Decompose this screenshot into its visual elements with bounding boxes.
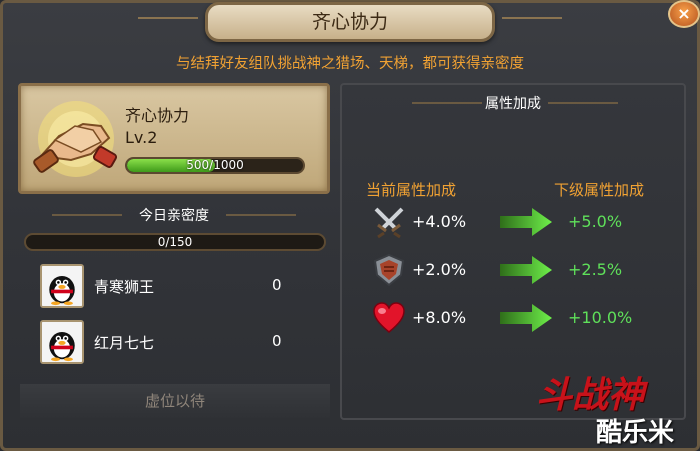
current-defense-bonus: +2.0%: [412, 260, 467, 279]
attribute-row-health: +8.0% +10.0%: [342, 301, 684, 341]
next-health-bonus: +10.0%: [568, 308, 633, 327]
game-logo: 斗战神: [536, 375, 645, 416]
skill-level: Lv.2: [125, 128, 158, 147]
friend-name: 青寒狮王: [94, 278, 155, 296]
xp-progress-text: 500/1000: [186, 158, 244, 172]
friend-name: 红月七七: [94, 334, 155, 352]
attribute-row-defense: +2.0% +2.5%: [342, 253, 684, 293]
current-attack-bonus: +4.0%: [412, 212, 467, 231]
attribute-row-attack: +4.0% +5.0%: [342, 205, 684, 245]
divider-right: [226, 214, 296, 216]
intimacy-progress-text: 0/150: [157, 235, 193, 249]
intimacy-progress-bar: 0/150: [24, 233, 326, 251]
qq-penguin-avatar: [40, 320, 84, 364]
skill-name: 齐心协力: [125, 106, 190, 125]
next-bonus-header: 下级属性加成: [554, 181, 645, 199]
close-button[interactable]: ×: [668, 0, 700, 28]
skill-card: 齐心协力 Lv.2 500/1000: [18, 83, 330, 194]
crossed-swords-icon: [374, 207, 404, 239]
dialog-title: 齐心协力: [138, 2, 562, 42]
site-watermark: 酷乐米: [596, 418, 675, 448]
friend-intimacy-value: 0: [272, 332, 282, 350]
watermark-logo: 斗战神 酷乐米: [536, 366, 686, 448]
next-defense-bonus: +2.5%: [568, 260, 623, 279]
friend-intimacy-value: 0: [272, 276, 282, 294]
qq-penguin-avatar: [40, 264, 84, 308]
friend-row[interactable]: 红月七七 0: [36, 320, 326, 368]
friend-row[interactable]: 青寒狮王 0: [36, 264, 326, 312]
heart-icon: [373, 302, 405, 333]
handshake-icon: [33, 101, 118, 177]
subtitle-text: 与结拜好友组队挑战神之猎场、天梯，都可获得亲密度: [176, 56, 524, 72]
next-attack-bonus: +5.0%: [568, 212, 623, 231]
current-health-bonus: +8.0%: [412, 308, 467, 327]
arrow-right-icon: [500, 208, 552, 236]
vacant-slot[interactable]: 虚位以待: [20, 384, 330, 418]
attribute-panel-title: 属性加成: [485, 96, 541, 112]
xp-progress-bar: 500/1000: [125, 157, 305, 174]
arrow-right-icon: [500, 256, 552, 284]
shield-icon: [373, 253, 405, 287]
current-bonus-header: 当前属性加成: [366, 181, 457, 199]
divider-right: [548, 102, 618, 104]
arrow-right-icon: [500, 304, 552, 332]
